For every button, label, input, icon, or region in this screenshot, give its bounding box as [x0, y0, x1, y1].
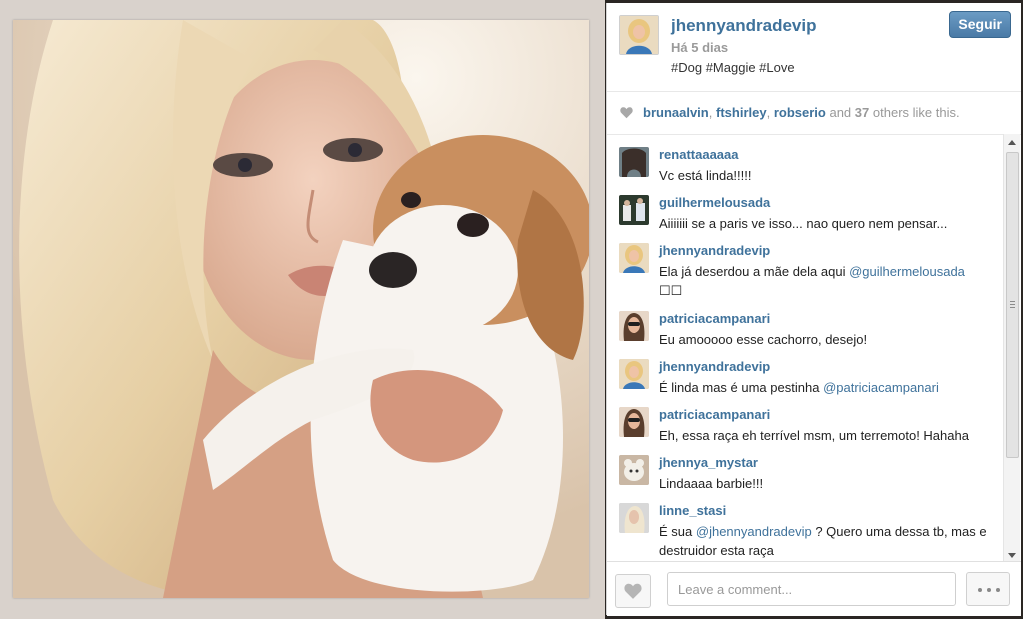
like-user-link[interactable]: ftshirley — [716, 105, 767, 120]
commenter-avatar[interactable] — [619, 147, 649, 177]
follow-button[interactable]: Seguir — [949, 11, 1011, 38]
commenter-avatar[interactable] — [619, 311, 649, 341]
comment-username[interactable]: jhennyandradevip — [659, 243, 770, 258]
likes-and: and — [829, 105, 852, 120]
post-header: jhennyandradevip Há 5 dias #Dog #Maggie … — [607, 3, 1021, 92]
like-user-link[interactable]: brunaalvin — [643, 105, 709, 120]
likes-count[interactable]: 37 — [855, 105, 869, 120]
comments-list: renattaaaaaa Vc está linda!!!!! guilherm… — [607, 134, 1003, 561]
post-details-panel: jhennyandradevip Há 5 dias #Dog #Maggie … — [606, 3, 1021, 616]
likes-line: brunaalvin, ftshirley, robserio and 37 o… — [643, 105, 960, 120]
post-photo-image — [13, 20, 589, 598]
comment-body: Ela já deserdou a mãe dela aqui — [659, 264, 846, 279]
comment-text: Vc está linda!!!!! — [659, 166, 999, 185]
commenter-avatar[interactable] — [619, 455, 649, 485]
comments-scrollbar[interactable] — [1003, 134, 1020, 562]
comment-username[interactable]: linne_stasi — [659, 503, 726, 518]
comment-username[interactable]: jhennyandradevip — [659, 359, 770, 374]
grip-line — [1010, 307, 1015, 308]
comment-body: Vc está linda!!!!! — [659, 168, 752, 183]
comment-text: É linda mas é uma pestinha @patriciacamp… — [659, 378, 999, 397]
post-caption: #Dog #Maggie #Love — [671, 60, 795, 75]
comment-username[interactable]: patriciacampanari — [659, 311, 770, 326]
grip-line — [1010, 301, 1015, 302]
scroll-down-arrow-icon[interactable] — [1008, 553, 1016, 558]
comment-mention[interactable]: @jhennyandradevip — [696, 524, 812, 539]
commenter-avatar-image — [619, 311, 649, 341]
comment-username[interactable]: renattaaaaaa — [659, 147, 739, 162]
commenter-avatar[interactable] — [619, 195, 649, 225]
comment-username[interactable]: guilhermelousada — [659, 195, 770, 210]
comment-body: Aiiiiiii se a paris ve isso... nao quero… — [659, 216, 948, 231]
likes-summary: brunaalvin, ftshirley, robserio and 37 o… — [607, 92, 1021, 135]
comment-body: Lindaaaa barbie!!! — [659, 476, 764, 491]
comment-text: Eh, essa raça eh terrível msm, um terrem… — [659, 426, 999, 445]
post-photo[interactable] — [13, 20, 589, 598]
grip-line — [1010, 304, 1015, 305]
comment-text: Ela já deserdou a mãe dela aqui @guilher… — [659, 262, 999, 300]
owner-avatar-image — [620, 16, 658, 54]
owner-avatar[interactable] — [619, 15, 659, 55]
commenter-avatar-image — [619, 195, 649, 225]
commenter-avatar[interactable] — [619, 243, 649, 273]
comment-username[interactable]: jhennya_mystar — [659, 455, 758, 470]
scroll-up-arrow-icon[interactable] — [1008, 140, 1016, 145]
scrollbar-thumb[interactable] — [1006, 152, 1019, 458]
comment-input[interactable] — [667, 572, 956, 606]
like-button[interactable] — [615, 574, 651, 608]
heart-icon — [620, 107, 633, 119]
photo-panel — [0, 0, 605, 619]
comment-footer — [607, 561, 1021, 616]
commenter-avatar-image — [619, 147, 649, 177]
comment-body: Eu amooooo esse cachorro, desejo! — [659, 332, 868, 347]
commenter-avatar[interactable] — [619, 503, 649, 533]
comment-text: Lindaaaa barbie!!! — [659, 474, 999, 493]
comment-mention[interactable]: @patriciacampanari — [823, 380, 939, 395]
likes-separator: , — [708, 105, 713, 120]
more-options-button[interactable] — [966, 572, 1010, 606]
comment-text: É sua @jhennyandradevip ? Quero uma dess… — [659, 522, 999, 560]
commenter-avatar-image — [619, 455, 649, 485]
commenter-avatar[interactable] — [619, 359, 649, 389]
comment-mention[interactable]: @guilhermelousada — [849, 264, 965, 279]
likes-separator: , — [766, 105, 771, 120]
commenter-avatar-image — [619, 359, 649, 389]
comment-body-line2: ☐☐ — [659, 283, 683, 298]
likes-suffix: others like this. — [872, 105, 960, 120]
post-timestamp: Há 5 dias — [671, 40, 729, 55]
comment-body: Eh, essa raça eh terrível msm, um terrem… — [659, 428, 969, 443]
commenter-avatar-image — [619, 407, 649, 437]
comment-text: Eu amooooo esse cachorro, desejo! — [659, 330, 999, 349]
like-user-link[interactable]: robserio — [774, 105, 826, 120]
comment-body: É linda mas é uma pestinha — [659, 380, 820, 395]
owner-username[interactable]: jhennyandradevip — [671, 16, 816, 36]
commenter-avatar[interactable] — [619, 407, 649, 437]
comment-username[interactable]: patriciacampanari — [659, 407, 770, 422]
heart-icon — [624, 583, 642, 599]
comment-text: Aiiiiiii se a paris ve isso... nao quero… — [659, 214, 999, 233]
commenter-avatar-image — [619, 503, 649, 533]
comment-body: É sua — [659, 524, 693, 539]
commenter-avatar-image — [619, 243, 649, 273]
